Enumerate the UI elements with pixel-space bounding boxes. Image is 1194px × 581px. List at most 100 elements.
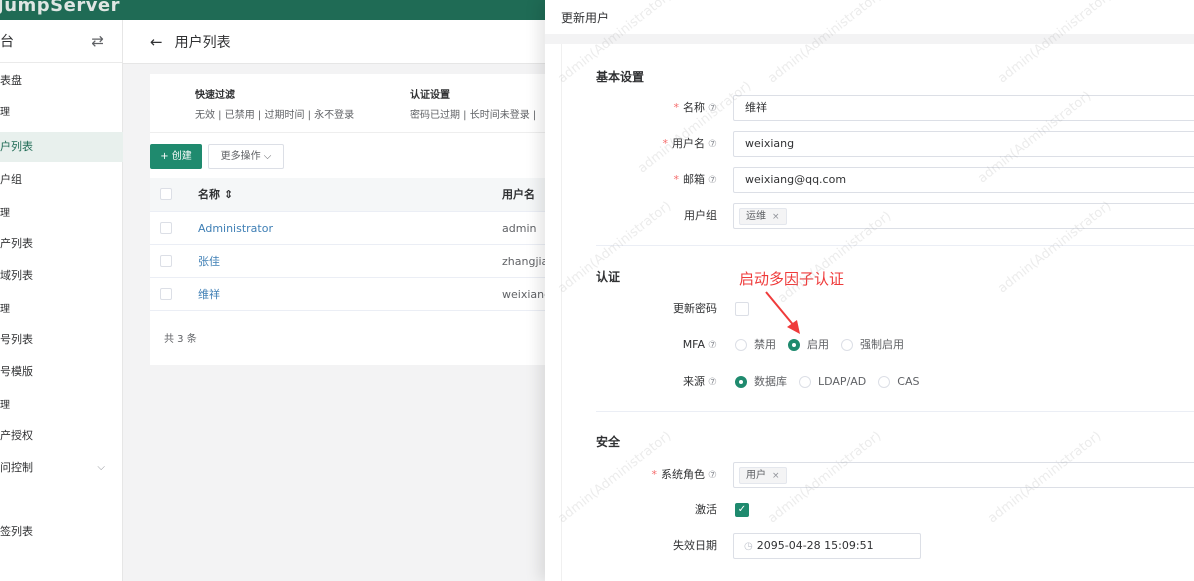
help-icon: ⑦ bbox=[708, 377, 717, 388]
back-arrow-icon[interactable]: ← bbox=[150, 33, 163, 51]
annotation-arrow-icon bbox=[765, 291, 800, 334]
name-field[interactable]: 维祥 bbox=[733, 95, 1194, 121]
active-checkbox[interactable]: ✓ bbox=[735, 503, 749, 517]
chevron-down-icon: ⌵ bbox=[97, 462, 105, 473]
section-auth: 认证 bbox=[596, 270, 621, 284]
radio-dot-selected bbox=[735, 376, 747, 388]
role-label: * 系统角色 ⑦ bbox=[651, 468, 717, 481]
row-checkbox[interactable] bbox=[160, 222, 172, 234]
form-row-expire: 失效日期 ◷ 2095-04-28 15:09:51 bbox=[562, 533, 1194, 559]
name-label: * 名称 ⑦ bbox=[673, 101, 717, 114]
form-row-email: * 邮箱 ⑦ weixiang@qq.com bbox=[562, 167, 1194, 193]
mfa-label: MFA ⑦ bbox=[682, 338, 717, 351]
source-radio-group: 数据库 LDAP/AD CAS bbox=[735, 369, 931, 395]
radio-dot bbox=[735, 339, 747, 351]
expire-label: 失效日期 bbox=[673, 539, 717, 552]
page-header: ← 用户列表 bbox=[123, 20, 545, 64]
sidebar-header: 台 ⇄ bbox=[0, 20, 122, 63]
role-select[interactable]: 用户 × bbox=[733, 462, 1194, 488]
username-field[interactable]: weixiang bbox=[733, 131, 1194, 157]
section-security: 安全 bbox=[596, 435, 621, 449]
update-password-checkbox[interactable] bbox=[735, 302, 749, 316]
column-username[interactable]: 用户名 bbox=[502, 178, 535, 212]
divider bbox=[150, 132, 545, 133]
source-radio-cas[interactable]: CAS bbox=[878, 369, 919, 395]
form-row-active: 激活 ✓ bbox=[562, 497, 1194, 523]
select-all-checkbox[interactable] bbox=[160, 188, 172, 200]
user-name-link[interactable]: 张佳 bbox=[198, 245, 220, 278]
active-label: 激活 bbox=[695, 503, 717, 516]
user-group-select[interactable]: 运维 × bbox=[733, 203, 1194, 229]
clock-icon: ◷ bbox=[744, 541, 753, 552]
sidebar-section: 理 bbox=[0, 107, 10, 118]
brand-logo: JumpServer bbox=[0, 0, 121, 16]
more-actions-button[interactable]: 更多操作 ⌵ bbox=[208, 144, 284, 169]
sidebar-item-domain-list[interactable]: 域列表 bbox=[0, 261, 123, 291]
sidebar-item-label-list[interactable]: 签列表 bbox=[0, 517, 123, 547]
radio-dot-selected bbox=[788, 339, 800, 351]
user-name-link[interactable]: Administrator bbox=[198, 212, 273, 245]
table-row[interactable]: 张佳 zhangjia bbox=[150, 245, 548, 278]
role-tag: 用户 × bbox=[739, 467, 787, 484]
column-name[interactable]: 名称 ⇕ bbox=[198, 178, 233, 212]
top-nav-bar: JumpServer bbox=[0, 0, 545, 20]
sidebar-section: 理 bbox=[0, 208, 10, 219]
sidebar-section: 理 bbox=[0, 400, 10, 411]
sidebar-item-user-group[interactable]: 户组 bbox=[0, 165, 123, 195]
form-row-username: * 用户名 ⑦ weixiang bbox=[562, 131, 1194, 157]
close-icon[interactable]: × bbox=[772, 212, 780, 222]
auth-filter: 认证设置 密码已过期 | 长时间未登录 | bbox=[410, 86, 536, 121]
help-icon: ⑦ bbox=[708, 139, 717, 150]
update-password-label: 更新密码 bbox=[673, 302, 717, 315]
swap-icon[interactable]: ⇄ bbox=[91, 32, 104, 50]
row-checkbox[interactable] bbox=[160, 288, 172, 300]
sidebar-item-account-template[interactable]: 号模版 bbox=[0, 357, 123, 387]
user-group-label: 用户组 bbox=[684, 209, 717, 222]
expire-date-picker[interactable]: ◷ 2095-04-28 15:09:51 bbox=[733, 533, 921, 559]
quick-filter-options[interactable]: 无效 | 已禁用 | 过期时间 | 永不登录 bbox=[195, 106, 354, 121]
sidebar-item-dashboard[interactable]: 表盘 bbox=[0, 66, 123, 96]
user-username: admin bbox=[502, 222, 537, 235]
sidebar-item-account-list[interactable]: 号列表 bbox=[0, 325, 123, 355]
form-row-name: * 名称 ⑦ 维祥 bbox=[562, 95, 1194, 121]
page-title: 用户列表 bbox=[174, 34, 231, 51]
sidebar-item-asset-permission[interactable]: 产授权 bbox=[0, 421, 123, 451]
close-icon[interactable]: × bbox=[772, 471, 780, 481]
table-total: 共 3 条 bbox=[164, 334, 197, 345]
auth-filter-options[interactable]: 密码已过期 | 长时间未登录 | bbox=[410, 106, 536, 121]
section-divider bbox=[596, 245, 1194, 246]
mfa-radio-force[interactable]: 强制启用 bbox=[841, 332, 904, 358]
update-user-drawer: 更新用户 基本设置 * 名称 ⑦ 维祥 * 用户名 ⑦ weixiang * 邮箱 ⑦ we… bbox=[545, 0, 1194, 581]
form-row-mfa: MFA ⑦ 禁用 启用 强制启用 bbox=[562, 332, 1194, 358]
email-label: * 邮箱 ⑦ bbox=[673, 173, 717, 186]
section-divider bbox=[596, 411, 1194, 412]
radio-dot bbox=[841, 339, 853, 351]
source-radio-database[interactable]: 数据库 bbox=[735, 369, 787, 395]
user-list-card: 快速过滤 无效 | 已禁用 | 过期时间 | 永不登录 认证设置 密码已过期 |… bbox=[150, 74, 551, 365]
row-checkbox[interactable] bbox=[160, 255, 172, 267]
user-username: weixiang bbox=[502, 288, 552, 301]
sidebar-item-access-control[interactable]: 问控制 ⌵ bbox=[0, 453, 123, 483]
user-name-link[interactable]: 维祥 bbox=[198, 278, 220, 311]
form-row-source: 来源 ⑦ 数据库 LDAP/AD CAS bbox=[562, 369, 1194, 395]
email-field[interactable]: weixiang@qq.com bbox=[733, 167, 1194, 193]
sidebar-title: 台 bbox=[0, 34, 14, 50]
create-button[interactable]: + 创建 bbox=[150, 144, 202, 169]
section-basic-settings: 基本设置 bbox=[596, 70, 645, 84]
quick-filter: 快速过滤 无效 | 已禁用 | 过期时间 | 永不登录 bbox=[195, 86, 354, 121]
source-radio-ldap[interactable]: LDAP/AD bbox=[799, 369, 866, 395]
quick-filter-title: 快速过滤 bbox=[195, 90, 235, 101]
table-row[interactable]: 维祥 weixiang bbox=[150, 278, 551, 311]
form-row-role: * 系统角色 ⑦ 用户 × bbox=[562, 462, 1194, 488]
source-label: 来源 ⑦ bbox=[683, 375, 717, 388]
sidebar-item-user-list[interactable]: 户列表 bbox=[0, 132, 123, 162]
help-icon: ⑦ bbox=[708, 470, 717, 481]
sidebar-item-asset-list[interactable]: 产列表 bbox=[0, 229, 123, 259]
radio-dot bbox=[799, 376, 811, 388]
help-icon: ⑦ bbox=[708, 340, 717, 351]
sidebar-section: 理 bbox=[0, 304, 10, 315]
sidebar: 台 ⇄ 表盘 理 户列表 户组 理 产列表 域列表 理 号列表 号模版 理 产授… bbox=[0, 20, 123, 581]
radio-dot bbox=[878, 376, 891, 388]
table-row[interactable]: Administrator admin bbox=[150, 212, 545, 245]
help-icon: ⑦ bbox=[708, 103, 717, 114]
